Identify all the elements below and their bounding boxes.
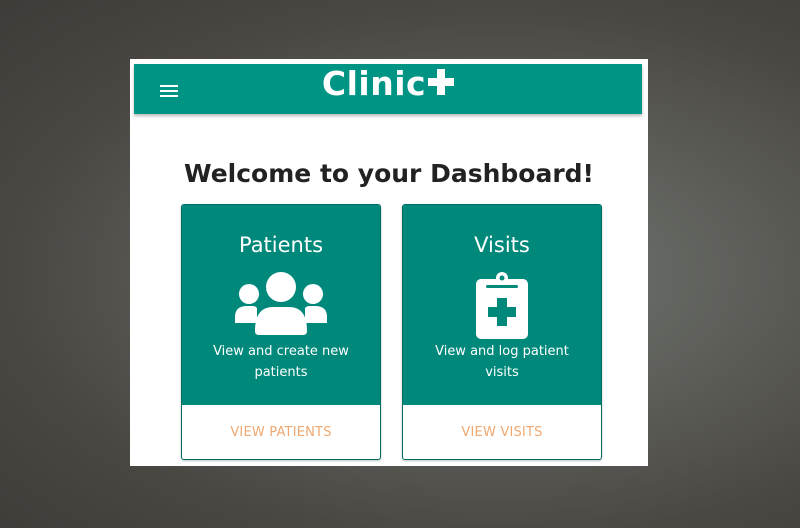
visits-card-description: View and log patient visits — [435, 344, 569, 380]
patients-card-header: Patients View and create new patients — [182, 205, 380, 405]
page-title: Welcome to your Dashboard! — [184, 159, 594, 188]
view-patients-button[interactable]: VIEW PATIENTS — [182, 406, 380, 459]
app-window: Clinic Welcome to your Dashboard! Patien… — [130, 59, 648, 466]
visits-card: Visits View and log patient visits VIEW … — [402, 204, 602, 460]
view-visits-button[interactable]: VIEW VISITS — [403, 406, 601, 459]
patients-card-description: View and create new patients — [213, 344, 349, 380]
medical-clipboard-icon — [476, 272, 528, 339]
visits-card-header: Visits View and log patient visits — [403, 205, 601, 405]
users-group-icon — [235, 272, 327, 335]
visits-card-title: Visits — [474, 233, 530, 257]
brand-name: Clinic — [321, 64, 427, 103]
patients-card-title: Patients — [238, 233, 324, 257]
plus-icon — [428, 69, 455, 95]
brand-logo[interactable]: Clinic — [134, 64, 642, 104]
app-header: Clinic — [134, 64, 642, 114]
patients-card: Patients View and create new patients VI… — [181, 204, 381, 460]
